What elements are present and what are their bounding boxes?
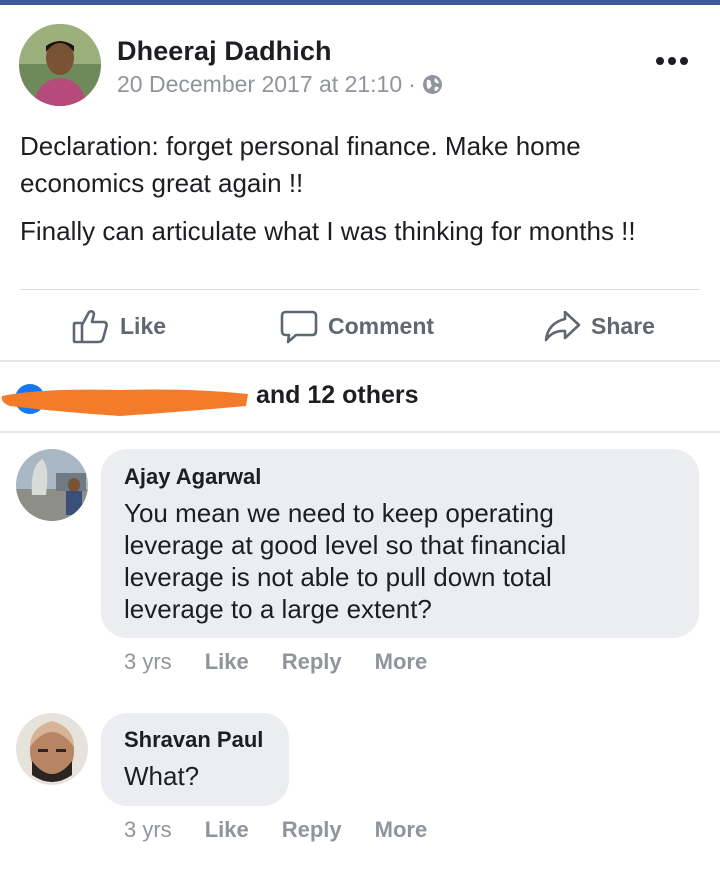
comment-more-link[interactable]: More bbox=[375, 649, 428, 675]
comment-actions: 3 yrs Like Reply More bbox=[124, 817, 427, 843]
comment-line: leverage at good level so that financial bbox=[124, 530, 567, 560]
top-accent-bar bbox=[0, 0, 720, 5]
more-options-icon[interactable] bbox=[656, 50, 696, 72]
commenter-avatar[interactable] bbox=[16, 713, 88, 785]
share-icon bbox=[543, 307, 581, 345]
globe-icon bbox=[422, 74, 443, 95]
comment-line: leverage to a large extent? bbox=[124, 594, 432, 624]
meta-separator: · bbox=[408, 71, 416, 97]
comment-more-link[interactable]: More bbox=[375, 817, 428, 843]
comment-time: 3 yrs bbox=[124, 817, 172, 842]
dot bbox=[656, 57, 664, 65]
comment-line: What? bbox=[124, 761, 200, 791]
comment-reply-link[interactable]: Reply bbox=[282, 649, 342, 675]
post-meta: 20 December 2017 at 21:10 · bbox=[117, 71, 443, 98]
share-button[interactable]: Share bbox=[543, 304, 655, 348]
comment-label: Comment bbox=[328, 312, 435, 339]
comment-like-link[interactable]: Like bbox=[205, 649, 249, 675]
dot bbox=[680, 57, 688, 65]
comment-like-link[interactable]: Like bbox=[205, 817, 249, 843]
post-timestamp[interactable]: 20 December 2017 at 21:10 bbox=[117, 71, 402, 98]
divider bbox=[0, 360, 720, 362]
commenter-avatar[interactable] bbox=[16, 449, 88, 521]
post-paragraph-1: Declaration: forget personal finance. Ma… bbox=[20, 131, 581, 198]
author-avatar[interactable] bbox=[19, 24, 101, 106]
dot bbox=[668, 57, 676, 65]
like-button[interactable]: Like bbox=[72, 304, 166, 348]
post-body: Declaration: forget personal finance. Ma… bbox=[20, 128, 710, 250]
comment-text: You mean we need to keep operating lever… bbox=[124, 497, 684, 625]
comment-author[interactable]: Shravan Paul bbox=[124, 727, 263, 753]
post-author-name[interactable]: Dheeraj Dadhich bbox=[117, 36, 332, 67]
reactions-count-text: and 12 others bbox=[256, 381, 419, 409]
comment-actions: 3 yrs Like Reply More bbox=[124, 649, 427, 675]
divider bbox=[0, 431, 720, 433]
comment-line: leverage is not able to pull down total bbox=[124, 562, 552, 592]
comment-button[interactable]: Comment bbox=[280, 304, 434, 348]
like-label: Like bbox=[120, 312, 167, 339]
redaction-scribble bbox=[1, 389, 248, 416]
comment-author[interactable]: Ajay Agarwal bbox=[124, 464, 261, 490]
comment-reply-link[interactable]: Reply bbox=[282, 817, 342, 843]
share-label: Share bbox=[591, 312, 655, 339]
reactions-summary[interactable]: and 12 others bbox=[0, 376, 720, 420]
comment-text: What? bbox=[124, 760, 199, 792]
comment-line: You mean we need to keep operating bbox=[124, 498, 554, 528]
comment-time: 3 yrs bbox=[124, 649, 172, 674]
divider bbox=[20, 289, 700, 290]
post-paragraph-2: Finally can articulate what I was thinki… bbox=[20, 216, 636, 246]
thumbs-up-icon bbox=[72, 307, 110, 345]
comment-icon bbox=[280, 307, 318, 345]
